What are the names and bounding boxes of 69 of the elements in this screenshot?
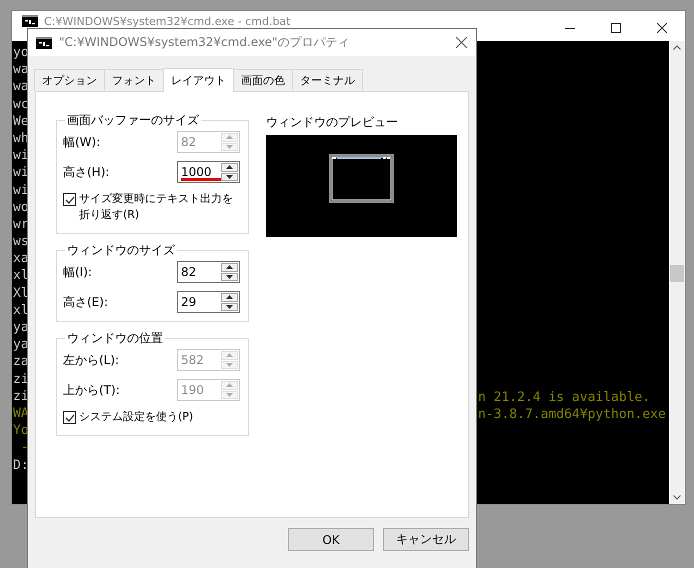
console-line: zi — [13, 370, 29, 388]
console-line: - — [20, 439, 29, 456]
group-title: 画面バッファーのサイズ — [66, 112, 200, 129]
console-line: xl — [13, 267, 29, 285]
up-triangle-icon — [226, 265, 234, 270]
console-line: wi — [13, 164, 29, 182]
down-triangle-icon — [226, 304, 234, 309]
down-triangle-icon — [226, 274, 234, 279]
console-icon — [22, 15, 38, 27]
maximize-icon — [611, 23, 621, 33]
dialog-button[interactable]: キャンセル — [383, 528, 469, 551]
console-line: wi — [13, 182, 29, 199]
spin-down-button[interactable] — [221, 302, 238, 311]
spin-up-button[interactable] — [221, 163, 238, 172]
down-triangle-icon — [226, 174, 234, 179]
number-field[interactable]: 29 — [177, 291, 240, 313]
console-line: n 21.2.4 is available. — [478, 389, 652, 406]
group-title: ウィンドウのサイズ — [66, 242, 176, 259]
console-line: wc — [13, 96, 29, 113]
dialog-button[interactable]: OK — [288, 528, 374, 551]
field-label: 左から(L): — [63, 352, 120, 368]
checkbox-label: サイズ変更時にテキスト出力を折り返す(R) — [79, 191, 234, 223]
preview-label: ウィンドウのプレビュー — [266, 114, 399, 131]
down-triangle-icon — [226, 144, 234, 149]
dialog-title: "C:¥WINDOWS¥system32¥cmd.exe"のプロパティ — [59, 34, 350, 51]
console-line: Xl — [13, 284, 29, 302]
spin-up-button[interactable] — [221, 263, 238, 272]
checkbox[interactable] — [63, 411, 76, 424]
window-outline-drawing — [329, 154, 394, 203]
close-icon — [657, 23, 667, 33]
field-label: 高さ(H): — [63, 164, 110, 180]
console-line: xl — [13, 302, 29, 319]
console-line: wr — [13, 216, 29, 234]
up-triangle-icon — [226, 135, 234, 140]
scroll-up-icon — [673, 45, 681, 50]
up-triangle-icon — [226, 383, 234, 388]
scroll-down-icon — [673, 495, 681, 500]
console-line: wi — [13, 147, 29, 164]
tab[interactable]: ターミナル — [292, 69, 363, 91]
up-triangle-icon — [226, 165, 234, 170]
up-triangle-icon — [226, 295, 234, 300]
number-field[interactable]: 1000 — [177, 161, 240, 183]
scroll-thumb[interactable] — [670, 265, 684, 282]
field-label: 幅(I): — [63, 264, 92, 280]
check-icon — [64, 196, 74, 204]
console-line: D: — [13, 456, 29, 474]
scrollbar[interactable] — [669, 41, 685, 504]
close-icon — [456, 37, 466, 48]
window-title: C:¥WINDOWS¥system32¥cmd.exe - cmd.bat — [44, 15, 290, 28]
field-label: 高さ(E): — [63, 294, 108, 310]
console-line: n-3.8.7.amd64¥python.exe — [478, 406, 666, 424]
tab[interactable]: レイアウト — [163, 68, 234, 92]
down-triangle-icon — [226, 362, 234, 367]
checkbox[interactable] — [63, 193, 76, 206]
spin-down-button[interactable] — [221, 172, 238, 181]
spin-up-button[interactable] — [221, 293, 238, 302]
checkbox-label: システム設定を使う(P) — [79, 409, 194, 425]
down-triangle-icon — [226, 392, 234, 397]
number-field[interactable]: 82 — [177, 261, 240, 283]
spin-down-button[interactable] — [221, 272, 238, 281]
field-label: 上から(T): — [63, 382, 120, 398]
check-icon — [64, 414, 74, 422]
field-label: 幅(W): — [63, 134, 100, 150]
tab[interactable]: オプション — [34, 69, 105, 91]
group-title: ウィンドウの位置 — [66, 330, 164, 347]
console-line: ws — [13, 233, 29, 250]
up-triangle-icon — [226, 353, 234, 358]
console-line: zi — [13, 388, 29, 405]
console-icon — [36, 36, 52, 48]
